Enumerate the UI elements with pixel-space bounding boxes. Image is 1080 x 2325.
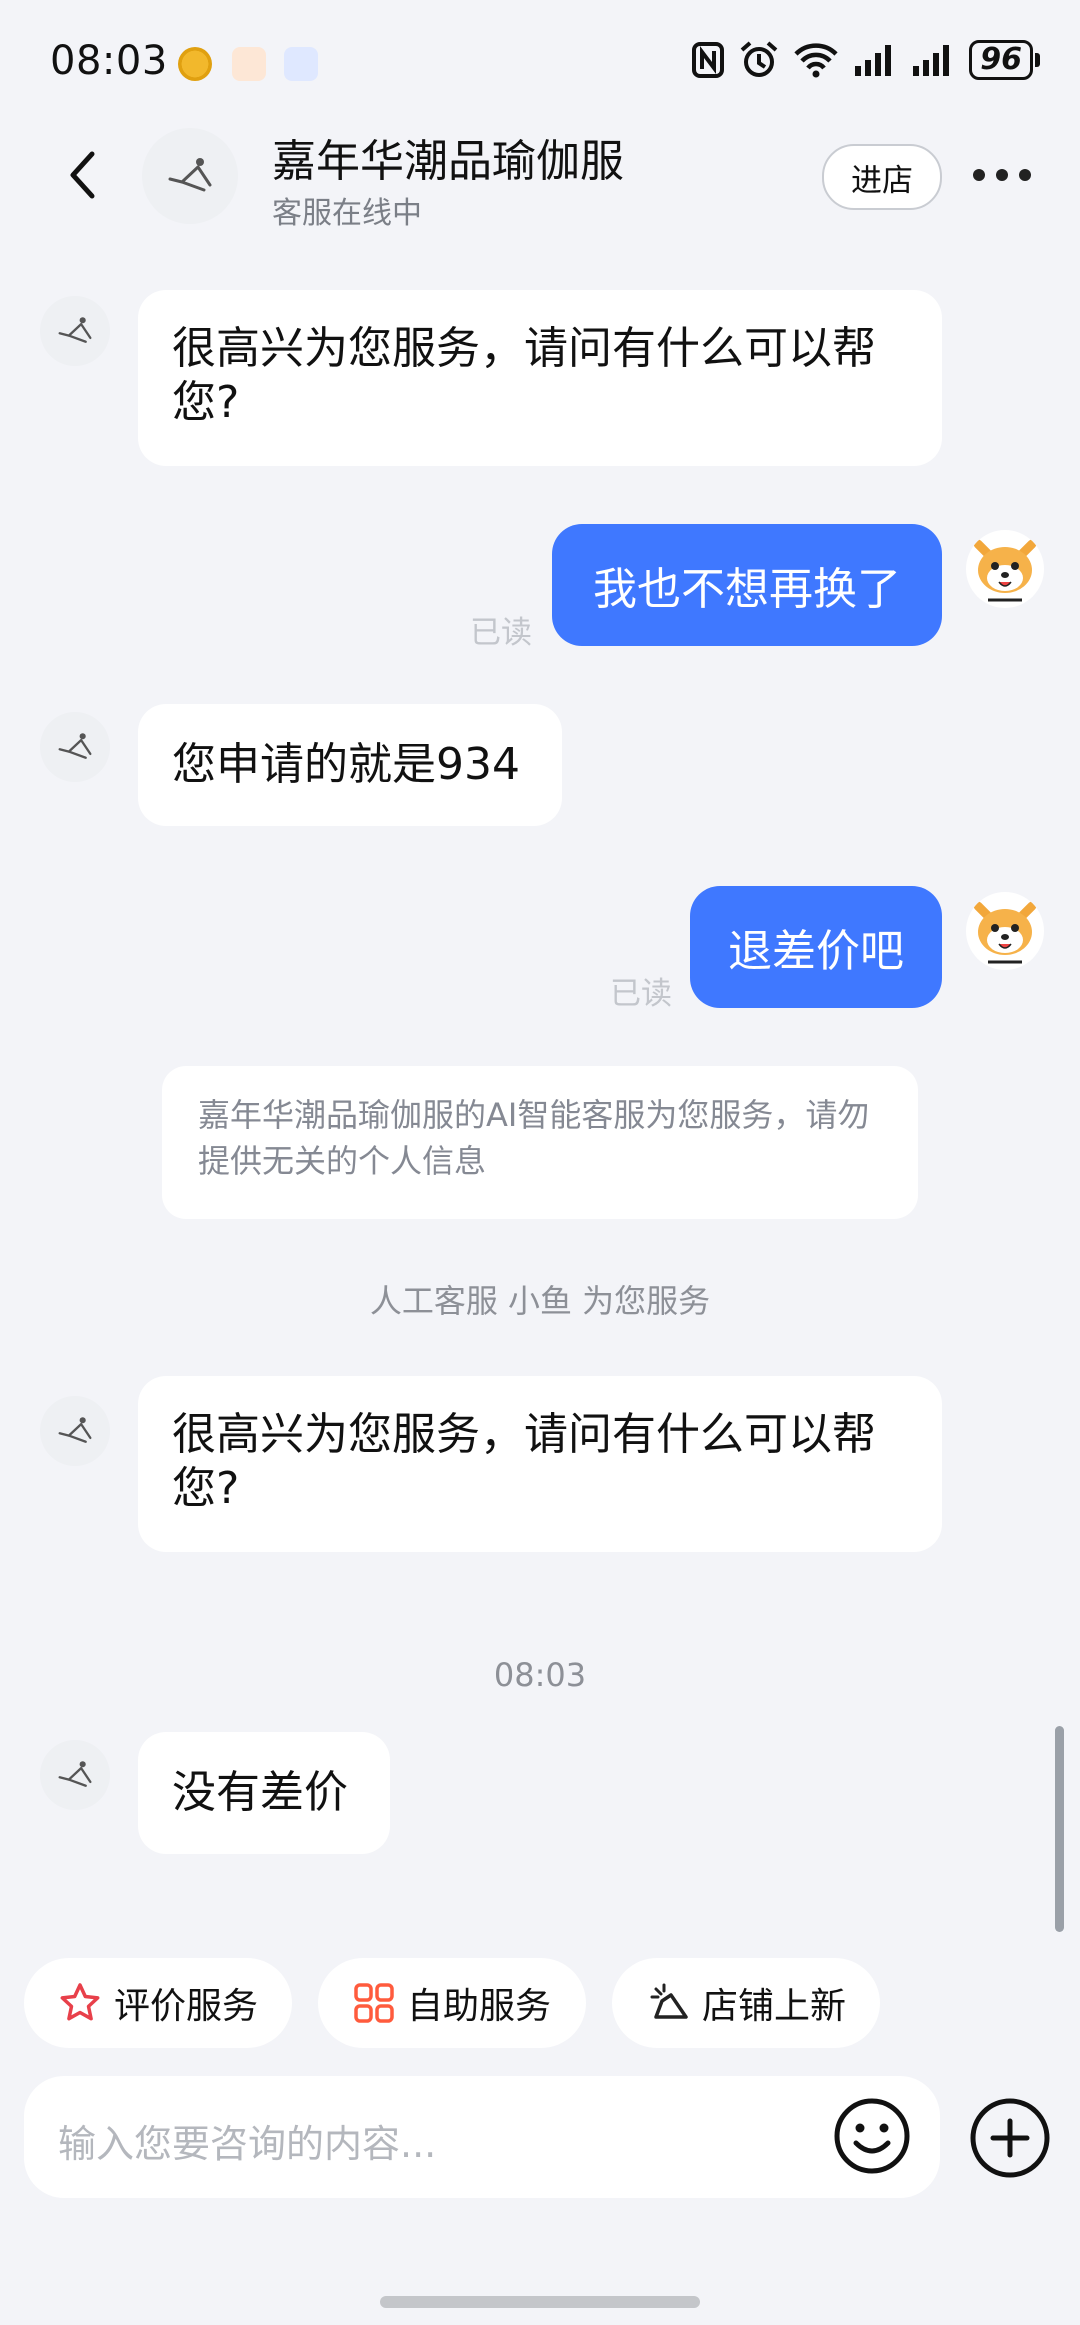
store-new-arrivals-button[interactable]: 店铺上新 xyxy=(612,1958,880,2048)
agent-handoff-notice: 人工客服 小鱼 为您服务 xyxy=(369,1282,711,1320)
wifi-icon xyxy=(794,43,838,78)
home-indicator[interactable] xyxy=(380,2296,700,2308)
battery-level: 96 xyxy=(969,40,1033,80)
agent-avatar[interactable] xyxy=(40,1396,110,1466)
notification-app-icon xyxy=(284,47,318,81)
agent-avatar[interactable] xyxy=(40,296,110,366)
shop-name: 嘉年华潮品瑜伽服 xyxy=(272,136,624,187)
chat-scrollbar[interactable] xyxy=(1055,1726,1064,1932)
yoga-figure-icon xyxy=(168,158,212,192)
notification-app-icon xyxy=(178,47,212,81)
rate-service-button[interactable]: 评价服务 xyxy=(24,1958,292,2048)
message-bubble-agent[interactable]: 很高兴为您服务，请问有什么可以帮您? xyxy=(138,1376,942,1552)
signal-icon xyxy=(855,45,892,76)
nfc-icon xyxy=(692,42,725,78)
agent-avatar[interactable] xyxy=(40,712,110,782)
agent-online-status: 客服在线中 xyxy=(272,196,422,231)
emoji-button[interactable] xyxy=(832,2096,912,2176)
cartoon-dog-avatar-icon xyxy=(966,530,1044,608)
star-icon xyxy=(60,1983,100,2021)
yoga-figure-icon xyxy=(58,733,92,759)
message-bubble-user[interactable]: 我也不想再换了 xyxy=(552,524,942,646)
status-time: 08:03 xyxy=(50,38,168,84)
ai-service-notice: 嘉年华潮品瑜伽服的AI智能客服为您服务，请勿提供无关的个人信息 xyxy=(162,1066,918,1219)
more-dots-icon xyxy=(973,169,1031,181)
message-input-placeholder: 输入您要咨询的内容... xyxy=(58,2122,437,2166)
yoga-figure-icon xyxy=(58,317,92,343)
message-bubble-agent[interactable]: 没有差价 xyxy=(138,1732,390,1854)
read-receipt: 已读 xyxy=(610,976,672,1012)
notification-app-icon xyxy=(232,47,266,81)
message-timestamp: 08:03 xyxy=(493,1656,587,1694)
read-receipt: 已读 xyxy=(470,615,532,651)
cartoon-dog-avatar-icon xyxy=(966,892,1044,970)
alarm-icon xyxy=(740,41,778,77)
self-service-button[interactable]: 自助服务 xyxy=(318,1958,586,2048)
more-attachments-button[interactable] xyxy=(968,2096,1052,2180)
status-icons: 96 xyxy=(691,40,1040,80)
message-bubble-agent[interactable]: 很高兴为您服务，请问有什么可以帮您? xyxy=(138,290,942,466)
more-options-button[interactable] xyxy=(970,150,1034,200)
enter-store-button[interactable]: 进店 xyxy=(822,144,942,210)
message-bubble-user[interactable]: 退差价吧 xyxy=(690,886,942,1008)
user-avatar[interactable] xyxy=(966,530,1044,608)
chevron-left-icon xyxy=(70,151,95,199)
user-avatar[interactable] xyxy=(966,892,1044,970)
grid-apps-icon xyxy=(354,1983,394,2023)
new-arrivals-label: 店铺上新 xyxy=(701,1986,846,2027)
message-bubble-agent[interactable]: 您申请的就是934 xyxy=(138,704,562,826)
shop-logo[interactable] xyxy=(142,128,238,224)
signal-icon xyxy=(913,45,950,76)
hanger-sparkle-icon xyxy=(650,1983,688,2019)
self-service-label: 自助服务 xyxy=(406,1986,551,2027)
yoga-figure-icon xyxy=(58,1417,92,1443)
agent-avatar[interactable] xyxy=(40,1740,110,1810)
back-button[interactable] xyxy=(52,140,112,210)
rate-service-label: 评价服务 xyxy=(113,1986,258,2027)
smiley-icon xyxy=(834,2098,910,2174)
plus-circle-icon xyxy=(970,2098,1050,2178)
yoga-figure-icon xyxy=(58,1761,92,1787)
battery-indicator: 96 xyxy=(969,40,1040,80)
